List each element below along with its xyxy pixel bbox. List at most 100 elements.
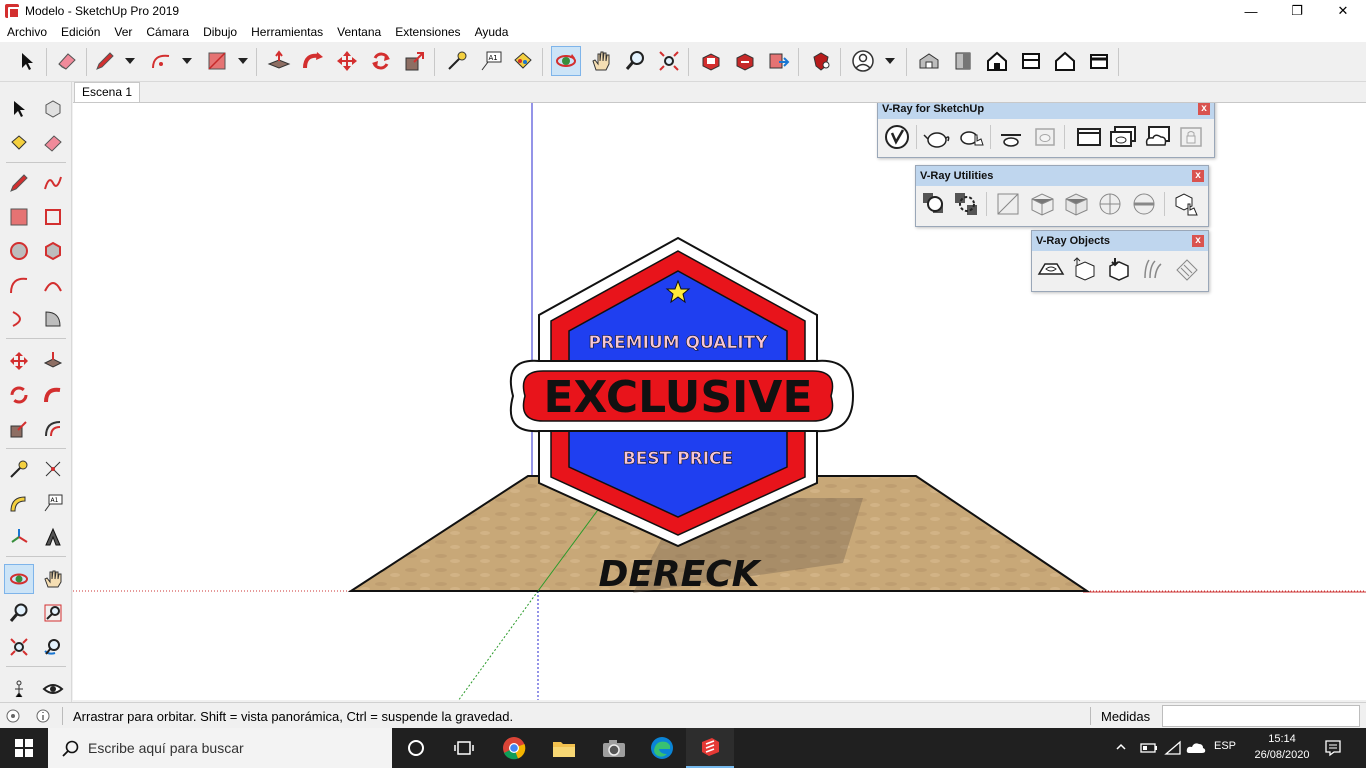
vray-box-mapping-icon[interactable] <box>1028 189 1058 219</box>
follow-me-tool-icon[interactable] <box>38 380 68 410</box>
menu-extensiones[interactable]: Extensiones <box>395 25 460 39</box>
scale-tool-icon[interactable] <box>400 46 430 76</box>
paint-bucket-icon[interactable] <box>4 128 34 158</box>
tape-measure-icon[interactable] <box>4 454 34 484</box>
menu-herramientas[interactable]: Herramientas <box>251 25 323 39</box>
task-view-icon[interactable] <box>440 728 488 768</box>
rectangle-tool-icon[interactable] <box>202 46 232 76</box>
orbit-tool-icon[interactable] <box>551 46 581 76</box>
rectangle-tool-icon[interactable] <box>4 202 34 232</box>
vray-proxy-import-icon[interactable] <box>1104 254 1134 284</box>
battery-icon[interactable] <box>1140 740 1158 756</box>
move-tool-icon[interactable] <box>4 346 34 376</box>
rotated-rectangle-icon[interactable] <box>38 202 68 232</box>
back-view-icon[interactable] <box>1050 46 1080 76</box>
input-language-indicator[interactable]: ESP <box>1214 740 1236 752</box>
share-model-icon[interactable] <box>764 46 794 76</box>
text-label-icon[interactable]: A1 <box>38 488 68 518</box>
line-dropdown-chevron-icon[interactable] <box>125 58 135 64</box>
arc-dropdown-chevron-icon[interactable] <box>182 58 192 64</box>
minimize-button[interactable]: — <box>1228 0 1274 22</box>
follow-me-tool-icon[interactable] <box>298 46 328 76</box>
tape-measure-tool-icon[interactable] <box>442 46 472 76</box>
zoom-extents-icon[interactable] <box>4 632 34 662</box>
taskbar-search-box[interactable]: Escribe aquí para buscar <box>48 728 392 768</box>
vray-fur-icon[interactable] <box>1138 254 1168 284</box>
shape-dropdown-chevron-icon[interactable] <box>238 58 248 64</box>
right-view-icon[interactable] <box>1016 46 1046 76</box>
rotate-tool-icon[interactable] <box>4 380 34 410</box>
front-view-icon[interactable] <box>982 46 1012 76</box>
scene-tab-1[interactable]: Escena 1 <box>74 82 141 102</box>
axes-tool-icon[interactable] <box>4 522 34 552</box>
taskbar-clock[interactable]: 15:14 26/08/2020 <box>1244 731 1320 763</box>
zoom-icon[interactable] <box>4 598 34 628</box>
3d-warehouse-icon[interactable] <box>696 46 726 76</box>
pan-tool-icon[interactable] <box>586 46 616 76</box>
vray-material-picker-icon[interactable] <box>920 189 950 219</box>
model-viewport[interactable]: PREMIUM QUALITY EXCLUSIVE BEST PRICE DER… <box>73 102 1366 700</box>
base-3d-text[interactable]: DERECK <box>598 554 762 595</box>
eraser-icon[interactable] <box>38 128 68 158</box>
circle-tool-icon[interactable] <box>4 236 34 266</box>
vray-render-teapot-icon[interactable] <box>922 122 952 152</box>
offset-tool-icon[interactable] <box>38 414 68 444</box>
action-center-notifications-icon[interactable] <box>1324 739 1342 757</box>
vray-cylinder-mapping-icon[interactable] <box>1130 189 1160 219</box>
arc-tool-icon[interactable] <box>4 270 34 300</box>
onedrive-cloud-icon[interactable] <box>1186 740 1206 756</box>
vray-interactive-render-icon[interactable] <box>956 122 986 152</box>
geo-location-icon[interactable] <box>6 709 20 723</box>
left-view-icon[interactable] <box>1084 46 1114 76</box>
vray-utilities-close-button[interactable]: x <box>1192 170 1204 182</box>
chrome-icon[interactable] <box>490 728 538 768</box>
walk-tool-icon[interactable] <box>4 674 34 704</box>
previous-view-icon[interactable] <box>38 632 68 662</box>
pie-tool-icon[interactable] <box>38 304 68 334</box>
paint-bucket-tool-icon[interactable] <box>508 46 538 76</box>
zoom-extents-tool-icon[interactable] <box>654 46 684 76</box>
two-point-arc-icon[interactable] <box>38 270 68 300</box>
vray-region-render-icon[interactable] <box>1030 122 1060 152</box>
push-pull-tool-icon[interactable] <box>38 346 68 376</box>
3d-text-icon[interactable] <box>38 522 68 552</box>
make-component-icon[interactable] <box>38 94 68 124</box>
vray-box-mapping-alt-icon[interactable] <box>1062 189 1092 219</box>
vray-frame-buffer-icon[interactable] <box>1074 122 1104 152</box>
zoom-tool-icon[interactable] <box>620 46 650 76</box>
edge-browser-icon[interactable] <box>638 728 686 768</box>
account-dropdown-chevron-icon[interactable] <box>885 58 895 64</box>
pencil-line-tool-icon[interactable] <box>90 46 120 76</box>
vray-lock-camera-icon[interactable] <box>1176 122 1206 152</box>
start-button[interactable] <box>0 728 48 768</box>
file-explorer-icon[interactable] <box>540 728 588 768</box>
user-account-icon[interactable] <box>848 46 878 76</box>
vray-sphere-mapping-icon[interactable] <box>1096 189 1126 219</box>
eraser-tool-icon[interactable] <box>52 46 82 76</box>
vray-main-close-button[interactable]: x <box>1198 103 1210 115</box>
arc-tool-icon[interactable] <box>146 46 176 76</box>
restore-button[interactable]: ❐ <box>1274 0 1320 22</box>
vray-lightmix-icon[interactable] <box>1108 122 1138 152</box>
wifi-icon[interactable] <box>1164 740 1182 756</box>
three-point-arc-icon[interactable] <box>4 304 34 334</box>
show-hidden-icons-chevron-icon[interactable] <box>1115 741 1127 753</box>
vray-mesh-light-icon[interactable] <box>1172 254 1202 284</box>
menu-archivo[interactable]: Archivo <box>7 25 47 39</box>
menu-ayuda[interactable]: Ayuda <box>475 25 509 39</box>
select-tool-icon[interactable] <box>12 46 42 76</box>
text-tool-icon[interactable]: A1 <box>476 46 506 76</box>
menu-ventana[interactable]: Ventana <box>337 25 381 39</box>
rotate-tool-icon[interactable] <box>366 46 396 76</box>
share-component-icon[interactable] <box>730 46 760 76</box>
vray-object-properties-icon[interactable] <box>1172 189 1202 219</box>
look-around-eye-icon[interactable] <box>38 674 68 704</box>
freehand-tool-icon[interactable] <box>38 168 68 198</box>
pan-hand-icon[interactable] <box>38 564 68 594</box>
vray-uv-tool-icon[interactable] <box>994 189 1024 219</box>
vray-asset-editor-icon[interactable] <box>882 122 912 152</box>
vray-select-by-material-icon[interactable] <box>952 189 982 219</box>
polygon-tool-icon[interactable] <box>38 236 68 266</box>
vray-objects-close-button[interactable]: x <box>1192 235 1204 247</box>
close-button[interactable]: ✕ <box>1320 0 1366 22</box>
